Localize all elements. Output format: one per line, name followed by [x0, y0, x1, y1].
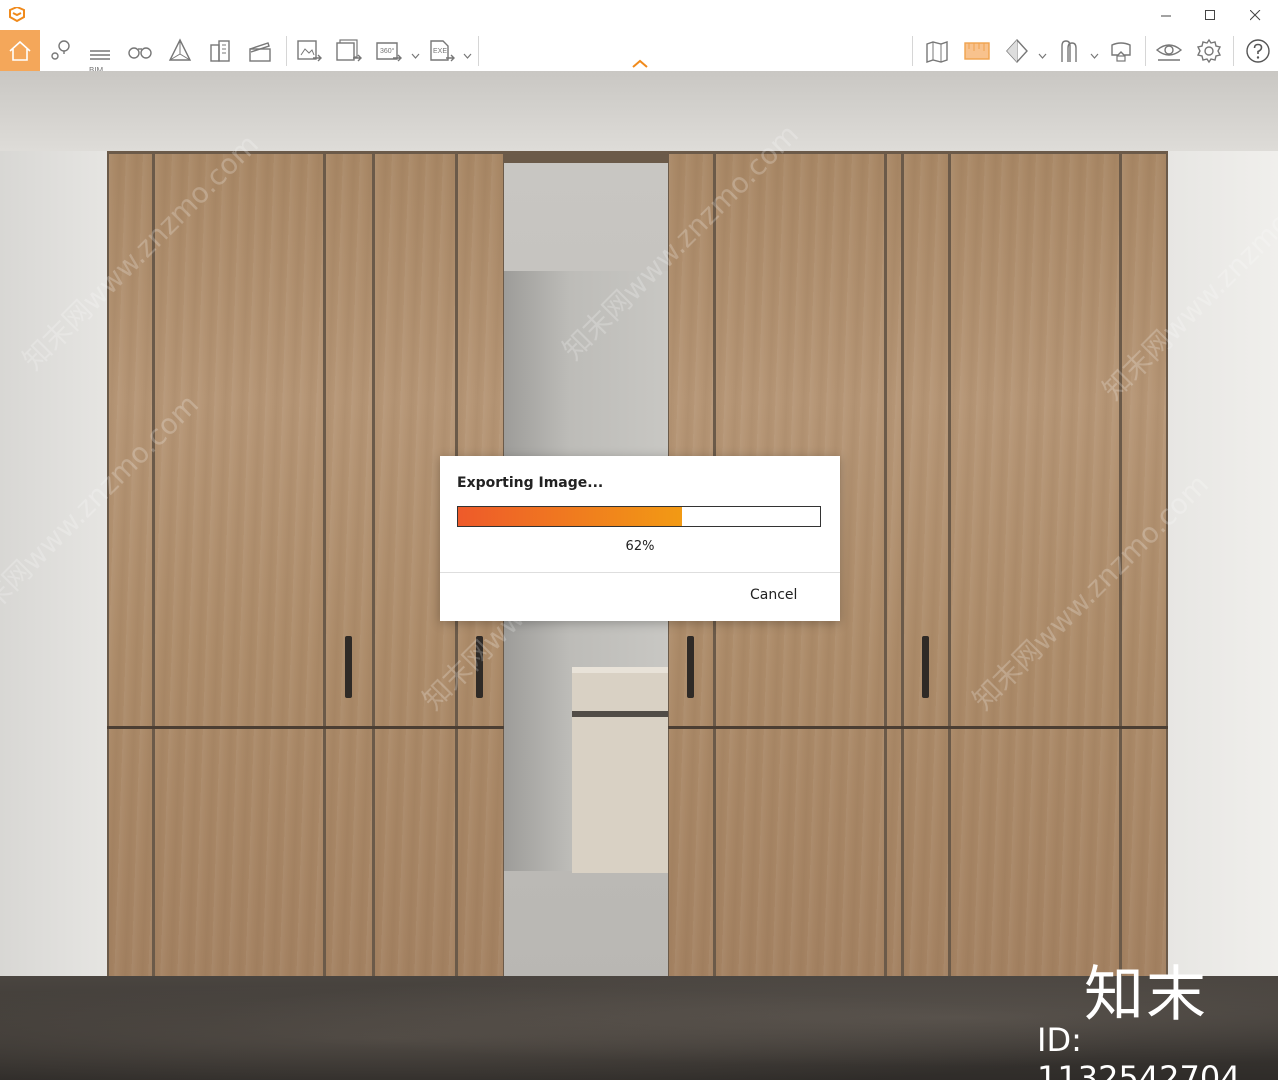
back-room-drawer-line [572, 711, 668, 717]
ruler-panel-icon [964, 42, 990, 60]
door-handle [687, 636, 694, 698]
svg-text:360°: 360° [380, 47, 395, 55]
maximize-icon [1204, 9, 1215, 20]
wood-panel [155, 154, 323, 978]
close-window-button[interactable] [1232, 0, 1278, 30]
export-exe-button[interactable]: EXE [424, 33, 460, 69]
settings-button[interactable] [1191, 33, 1227, 69]
app-logo-icon [8, 5, 26, 23]
export-exe-icon: EXE [430, 40, 455, 62]
export-360-icon: 360° [376, 42, 402, 62]
settings-icon [1196, 38, 1222, 64]
right-wall [1168, 151, 1278, 1061]
toolbar-divider [1145, 36, 1146, 66]
chevron-down-icon [1038, 53, 1047, 59]
help-button[interactable] [1240, 33, 1276, 69]
map-tool-button[interactable] [919, 33, 955, 69]
buildings-icon [210, 40, 230, 62]
chevron-up-icon [632, 59, 648, 68]
export-360-dropdown-caret[interactable] [411, 47, 420, 59]
vr-headset-icon [1111, 42, 1131, 62]
title-bar [0, 0, 1278, 30]
minimize-icon [1160, 15, 1171, 16]
visibility-icon [1155, 44, 1183, 61]
image-id: ID: 1132542704 [1037, 1021, 1241, 1080]
export-batch-icon [336, 39, 362, 62]
chevron-down-icon [463, 53, 472, 59]
door-handle [476, 636, 483, 698]
brand-logo: 知末 [1084, 960, 1208, 1030]
vr-tool-button[interactable] [1103, 33, 1139, 69]
chevron-down-icon [1090, 53, 1099, 59]
door-handle [345, 636, 352, 698]
model-tool-button[interactable] [162, 33, 198, 69]
cancel-button[interactable]: Cancel [750, 587, 797, 603]
animation-tool-button[interactable] [242, 33, 278, 69]
export-360-button[interactable]: 360° [371, 33, 407, 69]
map-icon [926, 41, 948, 63]
dialog-divider [440, 572, 840, 573]
dialog-title: Exporting Image... [457, 475, 604, 491]
binoculars-tool-button[interactable] [122, 33, 158, 69]
export-batch-button[interactable] [331, 33, 367, 69]
section-cut-icon [1006, 38, 1028, 64]
left-wall [0, 151, 108, 1061]
3d-model-icon [168, 38, 192, 61]
bim-icon [90, 50, 110, 60]
progress-fill [458, 507, 683, 526]
svg-text:EXE: EXE [433, 48, 447, 55]
home-icon [9, 40, 31, 61]
ruler-panel-button[interactable] [959, 33, 995, 69]
progress-percent: 62% [625, 539, 655, 554]
maximize-button[interactable] [1187, 0, 1233, 30]
wood-panel [1122, 154, 1166, 978]
export-image-button[interactable] [291, 33, 327, 69]
toolbar-divider [286, 36, 287, 66]
section-dropdown-caret[interactable] [1038, 47, 1047, 59]
help-icon [1246, 39, 1270, 63]
export-progress-bar [457, 506, 821, 527]
home-button[interactable] [0, 30, 40, 71]
clapperboard-icon [249, 42, 271, 62]
ceiling [0, 71, 1278, 151]
panel-seam [107, 726, 504, 729]
people-dropdown-caret[interactable] [1090, 47, 1099, 59]
wood-panel [326, 154, 372, 978]
section-cut-button[interactable] [999, 33, 1035, 69]
buildings-tool-button[interactable] [202, 33, 238, 69]
people-icon [1061, 40, 1077, 62]
location-pin-icon [51, 40, 70, 60]
close-icon [1249, 9, 1260, 20]
toolbar-divider [1233, 36, 1234, 66]
export-exe-dropdown-caret[interactable] [463, 47, 472, 59]
binoculars-icon [128, 47, 152, 59]
people-tool-button[interactable] [1051, 33, 1087, 69]
door-handle [922, 636, 929, 698]
wood-panel [109, 154, 152, 978]
minimize-button[interactable] [1143, 0, 1189, 30]
export-image-icon [297, 40, 322, 62]
chevron-down-icon [411, 53, 420, 59]
export-progress-dialog: Exporting Image... 62% Cancel [440, 456, 840, 621]
visibility-tool-button[interactable] [1151, 33, 1187, 69]
bim-tool-button[interactable] [82, 33, 118, 69]
back-room-cabinet [572, 667, 668, 873]
wood-panel [887, 154, 901, 978]
wood-panel [904, 154, 948, 978]
toolbar-divider [912, 36, 913, 66]
panel-seam [668, 726, 1168, 729]
wood-panel [951, 154, 1119, 978]
toolbar-divider [478, 36, 479, 66]
location-tool-button[interactable] [43, 33, 79, 69]
